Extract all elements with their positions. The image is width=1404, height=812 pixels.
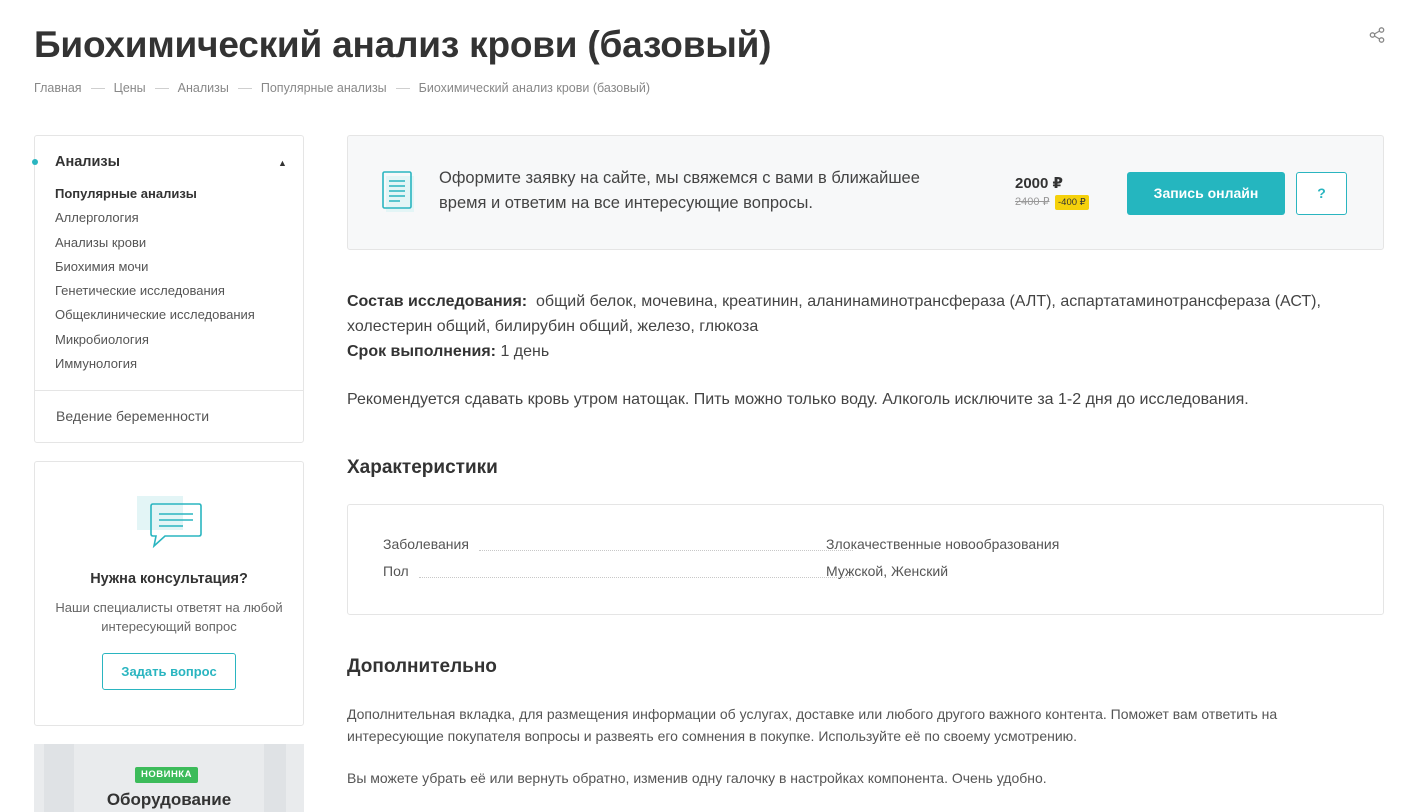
consultation-text: Наши специалисты ответят на любой интере…: [55, 600, 283, 634]
old-price: 2400 ₽: [1015, 196, 1050, 208]
document-icon: [382, 171, 414, 212]
composition-label: Состав исследования:: [347, 293, 528, 310]
characteristics-table: Заболевания Злокачественные новообразова…: [347, 504, 1384, 615]
online-signup-button[interactable]: Запись онлайн: [1127, 172, 1285, 215]
sidebar-item-genetic[interactable]: Генетические исследования: [55, 282, 255, 306]
breadcrumb-prices[interactable]: Цены: [114, 81, 146, 95]
sidebar-item-pregnancy[interactable]: Ведение беременности: [56, 408, 209, 424]
sidebar-item-urine-biochemistry[interactable]: Биохимия мочи: [55, 258, 255, 282]
sidebar-list: Популярные анализы Аллергология Анализы …: [55, 185, 255, 379]
consultation-card: Нужна консультация? Наши специалисты отв…: [34, 461, 304, 726]
promo-title: Оборудование: [106, 790, 232, 809]
breadcrumb-home[interactable]: Главная: [34, 81, 82, 95]
question-button[interactable]: ?: [1296, 172, 1347, 215]
sidebar-item-blood-tests[interactable]: Анализы крови: [55, 234, 255, 258]
property-row: Пол Мужской, Женский: [383, 563, 1343, 583]
order-description: Оформите заявку на сайте, мы свяжемся с …: [439, 169, 920, 212]
page-title: Биохимический анализ крови (базовый): [34, 24, 772, 65]
breadcrumb-separator: [90, 87, 105, 89]
consultation-title: Нужна консультация?: [90, 571, 248, 587]
term-value: 1 день: [500, 343, 550, 360]
property-value: Мужской, Женский: [826, 563, 949, 579]
composition-block: Состав исследования: общий белок, мочеви…: [347, 289, 1387, 364]
property-value: Злокачественные новообразования: [826, 536, 1060, 552]
ask-question-button[interactable]: Задать вопрос: [102, 653, 236, 690]
sidebar-item-popular[interactable]: Популярные анализы: [55, 185, 255, 209]
chevron-up-icon[interactable]: ▲: [278, 158, 287, 168]
chat-icon: [137, 496, 202, 549]
additional-text-2: Вы можете убрать её или вернуть обратно,…: [347, 770, 1047, 786]
property-row: Заболевания Злокачественные новообразова…: [383, 536, 1343, 556]
term-label: Срок выполнения:: [347, 343, 496, 360]
sidebar-item-clinical[interactable]: Общеклинические исследования: [55, 306, 255, 330]
sidebar-divider: [35, 390, 303, 391]
sidebar-item-immunology[interactable]: Иммунология: [55, 355, 255, 379]
sidebar-menu: Анализы ▲ Популярные анализы Аллергологи…: [32, 135, 304, 443]
additional-heading: Дополнительно: [347, 656, 497, 677]
property-key: Пол: [383, 563, 413, 579]
characteristics-heading: Характеристики: [347, 457, 498, 478]
additional-text: Дополнительная вкладка, для размещения и…: [347, 706, 1278, 744]
share-icon[interactable]: [1368, 26, 1386, 44]
new-badge: НОВИНКА: [135, 767, 198, 783]
promo-banner[interactable]: НОВИНКА Оборудование: [34, 744, 304, 812]
active-indicator: [32, 159, 38, 165]
dotted-leader: [479, 550, 853, 551]
sidebar-item-allergology[interactable]: Аллергология: [55, 209, 255, 233]
sidebar-heading[interactable]: Анализы: [55, 154, 120, 170]
recommendation-text: Рекомендуется сдавать кровь утром натоща…: [347, 391, 1249, 408]
breadcrumb: Главная Цены Анализы Популярные анализы …: [34, 81, 650, 95]
breadcrumb-analyses[interactable]: Анализы: [178, 81, 229, 95]
price: 2000 ₽: [1015, 175, 1063, 192]
sidebar-item-microbiology[interactable]: Микробиология: [55, 331, 255, 355]
dotted-leader: [419, 577, 853, 578]
breadcrumb-popular[interactable]: Популярные анализы: [261, 81, 387, 95]
order-panel: Оформите заявку на сайте, мы свяжемся с …: [347, 135, 1384, 250]
breadcrumb-separator: [154, 87, 169, 89]
property-key: Заболевания: [383, 536, 473, 552]
discount-badge: -400 ₽: [1055, 195, 1089, 210]
breadcrumb-current: Биохимический анализ крови (базовый): [418, 81, 651, 95]
breadcrumb-separator: [237, 87, 252, 89]
breadcrumb-separator: [395, 87, 410, 89]
